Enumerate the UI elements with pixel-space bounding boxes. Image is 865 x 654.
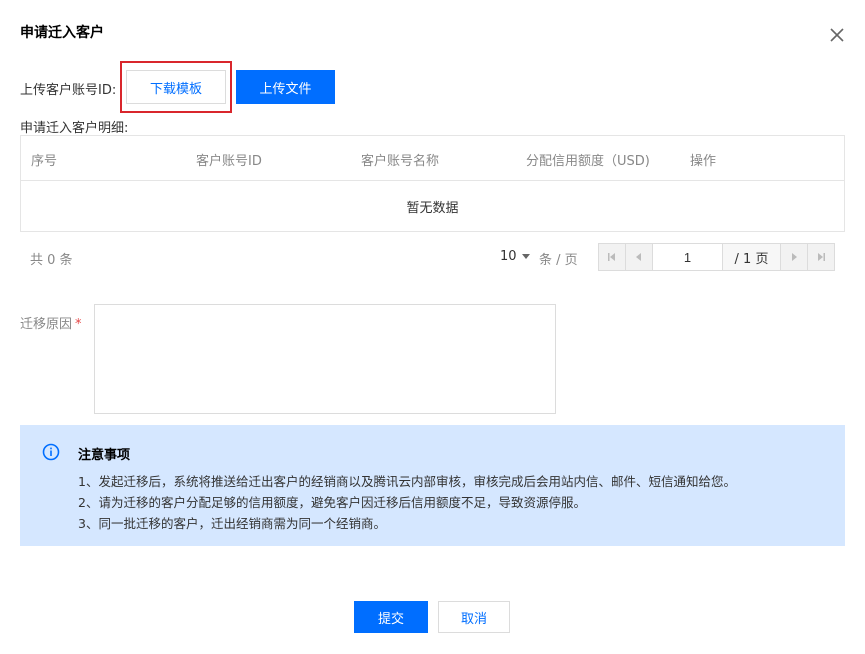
page-size-unit: 条 / 页 xyxy=(539,253,578,268)
notice-panel: 注意事项 1、发起迁移后，系统将推送给迁出客户的经销商以及腾讯云内部审核，审核完… xyxy=(20,425,845,546)
page-size-value: 10 xyxy=(500,249,517,264)
column-credit-limit: 分配信用额度（USD) xyxy=(526,154,650,169)
dialog-title: 申请迁入客户 xyxy=(20,25,104,41)
info-icon xyxy=(42,443,60,461)
page-size-select[interactable]: 10 xyxy=(500,249,530,264)
customer-table: 序号 客户账号ID 客户账号名称 分配信用额度（USD) 操作 暂无数据 xyxy=(20,135,845,232)
notice-title: 注意事项 xyxy=(78,448,131,463)
page-navigator: / 1 页 xyxy=(598,243,835,271)
column-account-name: 客户账号名称 xyxy=(361,154,440,169)
prev-page-icon xyxy=(636,253,641,261)
submit-button[interactable]: 提交 xyxy=(354,601,428,633)
upload-label: 上传客户账号ID: xyxy=(20,83,117,98)
pagination: 共 0 条 10 条 / 页 / 1 页 xyxy=(20,243,845,271)
notice-line-1: 1、发起迁移后，系统将推送给迁出客户的经销商以及腾讯云内部审核，审核完成后会用站… xyxy=(78,474,736,489)
table-header: 序号 客户账号ID 客户账号名称 分配信用额度（USD) 操作 xyxy=(21,136,844,181)
detail-label: 申请迁入客户明细: xyxy=(20,121,129,136)
table-empty: 暂无数据 xyxy=(406,201,459,216)
column-index: 序号 xyxy=(31,154,58,169)
page-number-input[interactable] xyxy=(653,244,723,270)
notice-line-3: 3、同一批迁移的客户，迁出经销商需为同一个经销商。 xyxy=(78,516,386,531)
cancel-button[interactable]: 取消 xyxy=(438,601,510,633)
caret-down-icon xyxy=(521,254,530,259)
close-icon xyxy=(830,28,844,42)
reason-textarea[interactable] xyxy=(94,304,556,414)
total-count: 共 0 条 xyxy=(30,253,73,268)
required-mark: * xyxy=(75,317,82,332)
next-page-icon xyxy=(792,253,797,261)
first-page-icon xyxy=(608,253,615,261)
upload-row: 上传客户账号ID: 下载模板 上传文件 xyxy=(20,61,420,113)
last-page-button[interactable] xyxy=(807,244,834,270)
prev-page-button[interactable] xyxy=(626,244,653,270)
close-button[interactable] xyxy=(826,24,848,46)
column-account-id: 客户账号ID xyxy=(196,154,262,169)
download-template-button[interactable]: 下载模板 xyxy=(126,70,226,104)
reason-label-text: 迁移原因 xyxy=(20,317,73,332)
next-page-button[interactable] xyxy=(780,244,807,270)
notice-line-2: 2、请为迁移的客户分配足够的信用额度，避免客户因迁移后信用额度不足，导致资源停服… xyxy=(78,495,586,510)
last-page-icon xyxy=(818,253,825,261)
total-pages: / 1 页 xyxy=(723,244,780,270)
upload-file-button[interactable]: 上传文件 xyxy=(236,70,335,104)
column-actions: 操作 xyxy=(690,154,717,169)
first-page-button[interactable] xyxy=(599,244,626,270)
reason-label: 迁移原因 * xyxy=(20,313,82,332)
